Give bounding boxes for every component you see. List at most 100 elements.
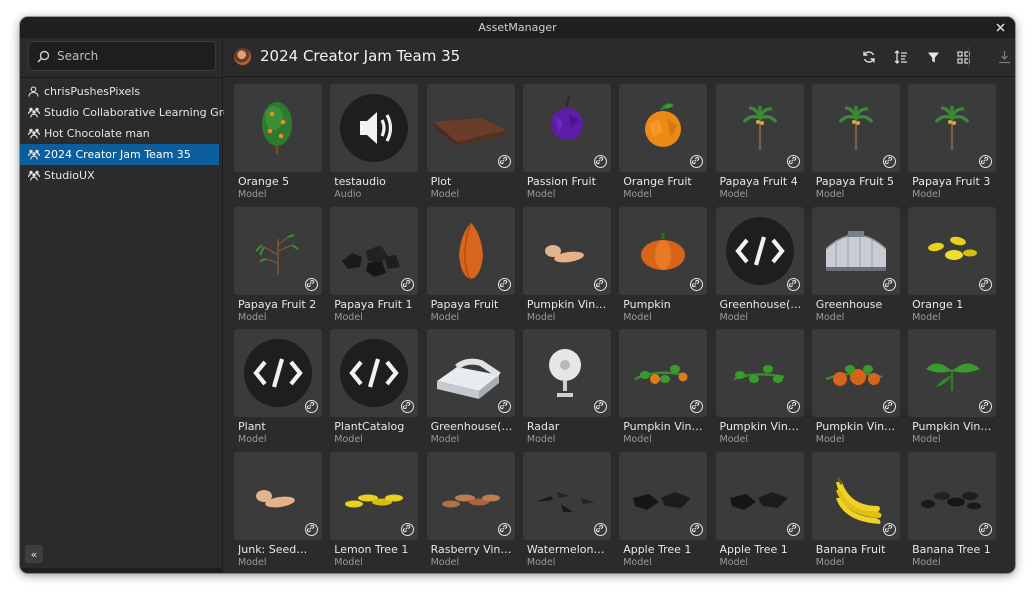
asset-tile[interactable]: Radar Model — [522, 329, 611, 451]
asset-tile[interactable]: Plant Model — [234, 329, 322, 451]
sidebar-item[interactable]: chrisPushesPixels — [20, 81, 223, 102]
link-icon — [692, 401, 700, 410]
asset-tile[interactable]: Papaya Fruit 5 Model — [811, 84, 900, 206]
asset-thumbnail — [811, 84, 900, 172]
link-icon — [788, 524, 796, 532]
asset-tile[interactable]: Banana Fruit Model — [811, 451, 900, 574]
asset-thumbnail — [619, 206, 708, 295]
link-icon — [884, 524, 892, 532]
close-button[interactable] — [992, 19, 1009, 36]
sidebar-scrollbar[interactable] — [20, 568, 223, 573]
sidebar-item-label: 2024 Creator Jam Team 35 — [44, 148, 191, 161]
package-link-badge — [786, 522, 800, 536]
asset-tile[interactable]: PlantCatalog Model — [330, 329, 419, 451]
asset-grid: Orange 5 Model testaudio Audio Plot Model Pass… — [234, 84, 1010, 573]
asset-tile[interactable]: Orange 1 Model — [908, 206, 997, 329]
asset-tile[interactable]: Papaya Fruit 4 Model — [715, 84, 804, 206]
asset-tile[interactable]: Pumpkin Vine 5 Model — [811, 329, 900, 451]
asset-type: Model — [334, 434, 363, 445]
sidebar-item-label: StudioUX — [44, 169, 95, 182]
asset-tile[interactable]: Rasberry Vine 1 Model — [426, 451, 515, 574]
asset-tile[interactable]: Orange 5 Model — [234, 84, 322, 206]
asset-tile[interactable]: Passion Fruit Model — [522, 84, 611, 206]
asset-thumbnail — [908, 451, 997, 540]
asset-tile[interactable]: Orange Fruit Model — [619, 84, 708, 206]
asset-type: Audio — [334, 189, 362, 200]
asset-tile[interactable]: testaudio Audio — [330, 84, 419, 206]
grid-view-button[interactable] — [954, 48, 972, 66]
package-link-badge — [786, 277, 800, 291]
asset-tile[interactable]: Pumpkin Model — [619, 206, 708, 329]
asset-tile[interactable]: Pumpkin Vine 3 Model — [715, 329, 804, 451]
sidebar-item[interactable]: Hot Chocolate man — [20, 123, 223, 144]
filter-button[interactable] — [924, 48, 942, 66]
link-icon — [884, 279, 892, 287]
asset-thumbnail — [234, 206, 322, 295]
asset-tile[interactable]: Pumpkin Vine 2 Model — [908, 329, 997, 451]
package-link-badge — [401, 277, 415, 291]
refresh-button[interactable] — [860, 48, 878, 66]
asset-type: Model — [623, 311, 652, 323]
asset-tile[interactable]: Apple Tree 1 Model — [619, 451, 708, 574]
sidebar-divider — [20, 77, 223, 78]
asset-tile[interactable]: Greenhouse(Script)Model — [715, 206, 804, 329]
asset-name: Orange Fruit — [623, 175, 692, 188]
asset-type: Model — [526, 311, 556, 323]
asset-type: Model — [526, 189, 556, 200]
asset-tile[interactable]: Greenhouse Model — [811, 206, 900, 329]
asset-tile[interactable]: Papaya Fruit Model — [426, 206, 515, 329]
link-icon — [403, 524, 411, 532]
asset-tile[interactable]: Papaya Fruit 2 Model — [234, 206, 322, 329]
asset-name: Pumpkin Vine 5 — [815, 420, 900, 433]
header: 2024 Creator Jam Team 35 — [224, 38, 1015, 77]
asset-thumbnail — [234, 84, 322, 172]
asset-name: Apple Tree 1 — [719, 542, 788, 556]
asset-tile[interactable]: Papaya Fruit 1 Model — [330, 206, 419, 329]
asset-thumbnail — [715, 451, 804, 540]
window-title: AssetManager — [478, 21, 557, 34]
asset-tile[interactable]: Watermelon… Model — [522, 451, 611, 574]
asset-tile[interactable]: Lemon Tree 1 Model — [330, 451, 419, 574]
filter-icon — [927, 52, 939, 62]
link-icon — [692, 156, 700, 165]
asset-tile[interactable]: Greenhouse(… Model — [426, 329, 515, 451]
asset-tile[interactable]: Junk: Seed… Model — [234, 451, 322, 574]
link-icon — [980, 156, 989, 165]
asset-tile[interactable]: Apple Tree 1 Model — [715, 451, 804, 574]
asset-tile[interactable]: Papaya Fruit 3 Model — [908, 84, 997, 206]
asset-name: Greenhouse — [815, 297, 883, 311]
asset-type: Model — [912, 311, 941, 323]
asset-name: Pumpkin Vine 4 — [623, 420, 708, 433]
asset-thumbnail — [522, 329, 611, 417]
package-link-badge — [497, 522, 511, 536]
asset-tile[interactable]: Banana Tree 1 Model — [908, 451, 997, 574]
asset-tile[interactable]: Pumpkin Vine 4 Model — [619, 329, 708, 451]
link-icon — [980, 524, 989, 532]
asset-thumbnail — [522, 451, 611, 540]
asset-type: Model — [815, 556, 845, 568]
toolbar-divider — [968, 46, 969, 68]
package-link-badge — [979, 522, 993, 536]
asset-type: Model — [815, 189, 845, 200]
asset-name: Plant — [238, 420, 266, 433]
sidebar-item[interactable]: StudioUX — [20, 165, 223, 186]
sidebar-item-label: chrisPushesPixels — [44, 85, 141, 98]
import-button[interactable] — [995, 48, 1013, 66]
asset-tile[interactable]: Pumpkin Vine 1 Model — [522, 206, 611, 329]
link-icon — [980, 279, 989, 287]
collapse-sidebar-button[interactable]: « — [25, 545, 43, 563]
sort-button[interactable] — [892, 48, 910, 66]
search-box[interactable] — [28, 41, 216, 71]
asset-tile[interactable]: Plot Model — [426, 84, 515, 206]
sidebar-item-label: Studio Collaborative Learning Group — [44, 106, 244, 119]
sidebar-item[interactable]: Studio Collaborative Learning Group — [20, 102, 244, 123]
sidebar-item[interactable]: 2024 Creator Jam Team 35 — [20, 144, 219, 165]
group-icon — [28, 170, 40, 181]
link-icon — [595, 156, 604, 165]
search-icon — [37, 50, 50, 63]
asset-name: Papaya Fruit 2 — [238, 297, 317, 311]
search-input[interactable] — [57, 49, 207, 63]
asset-name: Greenhouse(Script) — [719, 297, 804, 311]
asset-type: Model — [238, 189, 267, 200]
asset-thumbnail — [908, 206, 997, 295]
